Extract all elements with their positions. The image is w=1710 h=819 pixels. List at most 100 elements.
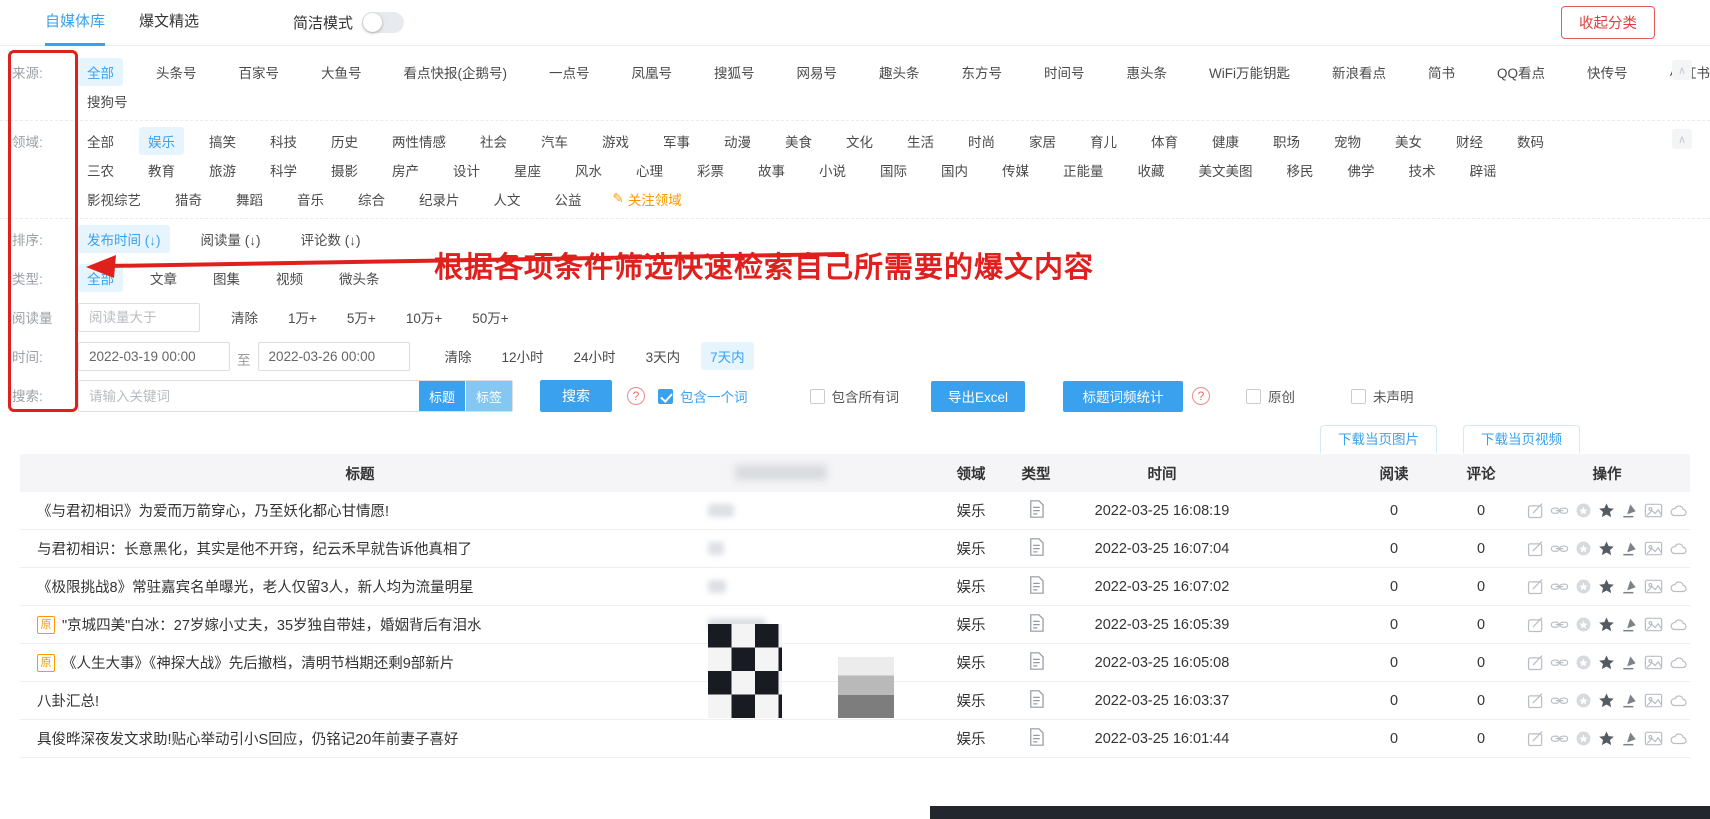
reads-threshold-input[interactable] [78,303,200,332]
article-title-link[interactable]: 《人生大事》《神探大战》先后撤档，清明节档期还剩9部新片 [62,652,454,673]
filter-option[interactable]: 教育 [139,156,184,184]
simple-mode-toggle[interactable] [362,12,404,33]
filter-option[interactable]: 历史 [322,127,367,155]
cloud-icon[interactable] [1669,540,1688,557]
cloud-icon[interactable] [1669,730,1688,747]
filter-option[interactable]: 佛学 [1339,156,1384,184]
filter-option[interactable]: 体育 [1142,127,1187,155]
filter-option[interactable]: 辟谣 [1461,156,1506,184]
filter-option[interactable]: 文章 [141,264,186,292]
filter-option[interactable]: 美女 [1386,127,1431,155]
filter-option[interactable]: 舞蹈 [227,185,272,213]
filter-option[interactable]: 综合 [349,185,394,213]
push-icon[interactable] [1621,692,1638,709]
filter-option[interactable]: 科技 [261,127,306,155]
image-icon[interactable] [1644,654,1663,671]
article-title-link[interactable]: 《极限挑战8》常驻嘉宾名单曝光，老人仅留3人，新人均为流量明星 [37,576,474,597]
filter-option[interactable]: 7天内 [701,342,754,370]
filter-option[interactable]: 动漫 [715,127,760,155]
push-icon[interactable] [1621,540,1638,557]
filter-option[interactable]: 家居 [1020,127,1065,155]
push-icon[interactable] [1621,730,1638,747]
tab-media-library[interactable]: 自媒体库 [45,0,105,46]
star-icon[interactable] [1598,692,1615,709]
image-icon[interactable] [1644,540,1663,557]
filter-option[interactable]: 技术 [1400,156,1445,184]
undeclared-checkbox[interactable] [1351,389,1366,404]
filter-option[interactable]: 惠头条 [1118,58,1177,86]
link-icon[interactable] [1550,654,1569,671]
filter-option[interactable]: 文化 [837,127,882,155]
star-icon[interactable] [1598,654,1615,671]
cloud-icon[interactable] [1669,654,1688,671]
download-page-images-button[interactable]: 下载当页图片 [1320,425,1437,453]
include-one-word-checkbox[interactable] [658,389,673,404]
edit-icon[interactable] [1527,578,1544,595]
edit-icon[interactable] [1527,540,1544,557]
filter-option[interactable]: 阅读量 (↓) [192,225,270,253]
image-icon[interactable] [1644,578,1663,595]
filter-option[interactable]: 国内 [932,156,977,184]
edit-icon[interactable] [1527,654,1544,671]
title-word-frequency-button[interactable]: 标题词频统计 [1063,381,1183,412]
filter-option[interactable]: 快传号 [1578,58,1637,86]
filter-option[interactable]: 社会 [471,127,516,155]
filter-option[interactable]: 新浪看点 [1323,58,1395,86]
edit-icon[interactable] [1527,730,1544,747]
article-title-link[interactable]: 具俊晔深夜发文求助!贴心举动引小S回应，仍铭记20年前妻子喜好 [37,728,458,749]
filter-option[interactable]: 数码 [1508,127,1553,155]
image-icon[interactable] [1644,616,1663,633]
image-icon[interactable] [1644,692,1663,709]
filter-option[interactable]: 网易号 [788,58,847,86]
filter-option[interactable]: 视频 [267,264,312,292]
filter-option[interactable]: 汽车 [532,127,577,155]
link-icon[interactable] [1550,730,1569,747]
star-icon[interactable] [1598,502,1615,519]
filter-option[interactable]: 清除 [436,342,481,370]
badge-icon[interactable] [1575,540,1592,557]
filter-option[interactable]: 百家号 [230,58,289,86]
filter-option[interactable]: 搜狐号 [705,58,764,86]
push-icon[interactable] [1621,616,1638,633]
filter-option[interactable]: 时间号 [1035,58,1094,86]
filter-option[interactable]: 房产 [383,156,428,184]
tab-hot-articles[interactable]: 爆文精选 [139,0,199,46]
time-to-input[interactable] [258,342,410,371]
time-from-input[interactable] [78,342,230,371]
filter-option[interactable]: 搞笑 [200,127,245,155]
filter-option[interactable]: 12小时 [493,342,553,370]
filter-option[interactable]: 1万+ [279,303,326,331]
search-by-title-button[interactable]: 标题 [419,381,465,411]
cloud-icon[interactable] [1669,578,1688,595]
filter-option[interactable]: 发布时间 (↓) [78,225,170,253]
badge-icon[interactable] [1575,692,1592,709]
filter-option[interactable]: 搜狗号 [78,87,137,115]
edit-icon[interactable] [1527,692,1544,709]
filter-option[interactable]: 24小时 [565,342,625,370]
filter-option[interactable]: 宠物 [1325,127,1370,155]
filter-option[interactable]: 美食 [776,127,821,155]
filter-option[interactable]: 收藏 [1129,156,1174,184]
filter-option[interactable]: 设计 [444,156,489,184]
filter-option[interactable]: 一点号 [540,58,599,86]
filter-option[interactable]: 风水 [566,156,611,184]
filter-option[interactable]: 游戏 [593,127,638,155]
filter-option[interactable]: 国际 [871,156,916,184]
star-icon[interactable] [1598,730,1615,747]
filter-option[interactable]: 摄影 [322,156,367,184]
filter-option[interactable]: 简书 [1419,58,1464,86]
collapse-categories-button[interactable]: 收起分类 [1561,6,1655,39]
search-button[interactable]: 搜索 [540,380,612,412]
filter-option[interactable]: 心理 [627,156,672,184]
badge-icon[interactable] [1575,578,1592,595]
link-icon[interactable] [1550,540,1569,557]
cloud-icon[interactable] [1669,692,1688,709]
include-all-words-checkbox[interactable] [810,389,825,404]
filter-option[interactable]: 纪录片 [410,185,469,213]
filter-option[interactable]: 旅游 [200,156,245,184]
filter-option[interactable]: 财经 [1447,127,1492,155]
edit-icon[interactable] [1527,616,1544,633]
filter-option[interactable]: 音乐 [288,185,333,213]
original-checkbox[interactable] [1246,389,1261,404]
article-title-link[interactable]: "京城四美"白冰：27岁嫁小丈夫，35岁独自带娃，婚姻背后有泪水 [62,614,482,635]
